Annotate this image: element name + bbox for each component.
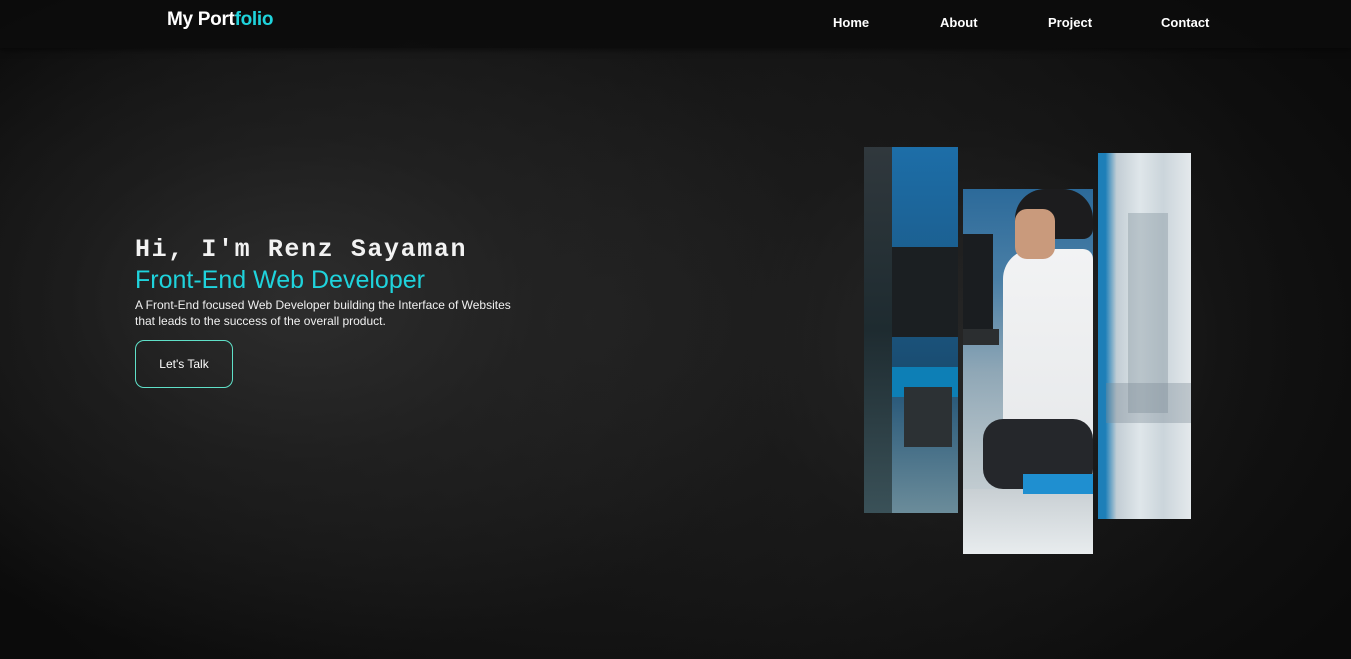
navbar: My Portfolio Home About Project Contact — [0, 0, 1351, 48]
nav-link-about[interactable]: About — [940, 15, 978, 30]
photo-strip-left — [864, 147, 958, 513]
nav-link-project[interactable]: Project — [1048, 15, 1092, 30]
lets-talk-button[interactable]: Let's Talk — [135, 340, 233, 388]
hero-role: Front-End Web Developer — [135, 266, 425, 294]
photo-strip-right — [1098, 153, 1191, 519]
page: My Portfolio Home About Project Contact … — [0, 0, 1351, 659]
photo-strip-center — [963, 189, 1093, 554]
brand-accent: folio — [234, 9, 274, 30]
brand-prefix: My Port — [167, 9, 235, 30]
nav-link-home[interactable]: Home — [833, 15, 869, 30]
nav-link-contact[interactable]: Contact — [1161, 15, 1209, 30]
hero-greeting: Hi, I'm Renz Sayaman — [135, 235, 468, 264]
brand-logo[interactable]: My Portfolio — [167, 9, 273, 31]
hero-description: A Front-End focused Web Developer buildi… — [135, 298, 511, 328]
